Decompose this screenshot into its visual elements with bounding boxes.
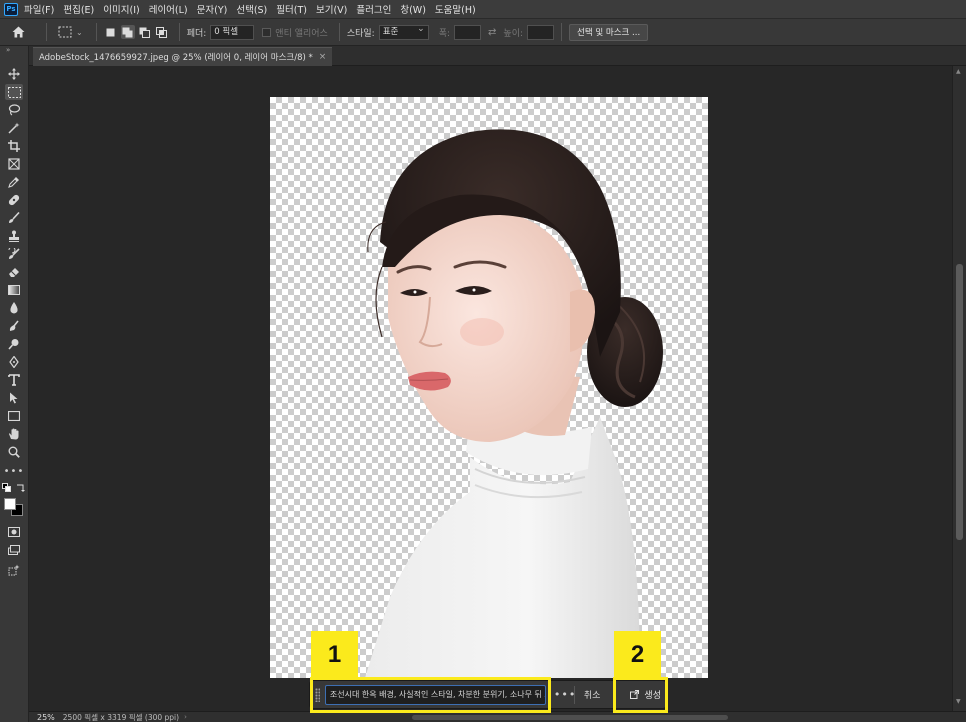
height-input[interactable] — [527, 24, 555, 40]
antialias-label: 앤티 앨리어스 — [275, 28, 328, 39]
menu-bar: Ps 파일(F) 편집(E) 이미지(I) 레이어(L) 문자(Y) 선택(S)… — [0, 0, 966, 18]
more-tools-icon[interactable]: ••• — [4, 464, 24, 480]
menu-image[interactable]: 이미지(I) — [103, 2, 139, 16]
eyedropper-icon[interactable] — [5, 174, 23, 190]
cancel-button[interactable]: 취소 — [584, 688, 601, 701]
dodge-icon[interactable] — [5, 336, 23, 352]
frame-icon[interactable] — [5, 156, 23, 172]
pen-icon[interactable] — [5, 354, 23, 370]
swap-icon[interactable]: ⇄ — [488, 27, 496, 38]
quick-mask-icon[interactable] — [5, 524, 23, 540]
zoom-icon[interactable] — [5, 444, 23, 460]
options-bar: ⌄ 페더: 0 픽셀 앤티 앨리어스 스타일: 표준 폭: ⇄ 높이: 선택 및… — [0, 18, 966, 46]
separator — [573, 685, 575, 704]
hand-icon[interactable] — [5, 426, 23, 442]
style-label: 스타일: — [346, 28, 375, 39]
width-input[interactable] — [454, 24, 482, 40]
antialias-checkbox[interactable] — [262, 27, 272, 37]
horizontal-scroll-thumb[interactable] — [412, 715, 728, 720]
annotation-badge-1: 1 — [311, 631, 358, 678]
home-icon[interactable] — [9, 23, 27, 41]
document-tab-title: AdobeStock_1476659927.jpeg @ 25% (레이어 0,… — [39, 53, 313, 63]
crop-icon[interactable] — [5, 138, 23, 154]
separator — [338, 23, 340, 41]
eraser-icon[interactable] — [5, 264, 23, 280]
move-icon[interactable] — [5, 66, 23, 82]
vertical-scroll-thumb[interactable] — [956, 264, 963, 540]
menu-layer[interactable]: 레이어(L) — [149, 2, 188, 16]
close-icon[interactable]: × — [319, 52, 327, 62]
history-brush-icon[interactable] — [5, 246, 23, 262]
screen-mode-icon[interactable] — [5, 542, 23, 558]
type-icon[interactable] — [5, 372, 23, 388]
gradient-icon[interactable] — [5, 282, 23, 298]
menu-plugins[interactable]: 플러그인 — [356, 2, 391, 16]
blur-icon[interactable] — [5, 300, 23, 316]
scroll-up-icon[interactable]: ▲ — [956, 68, 961, 75]
annotation-badge-2: 2 — [614, 631, 661, 678]
vertical-scrollbar[interactable]: ▲ ▼ — [952, 66, 966, 711]
highlight-prompt-box — [310, 677, 551, 713]
scroll-down-icon[interactable]: ▼ — [956, 698, 961, 705]
feather-input[interactable]: 0 픽셀 — [210, 24, 255, 40]
default-colors-icon[interactable] — [1, 482, 13, 492]
portrait-photo — [365, 129, 663, 678]
marquee-icon[interactable] — [5, 84, 23, 100]
zoom-level[interactable]: 25% — [37, 713, 55, 722]
add-selection-icon[interactable] — [120, 25, 135, 39]
document-tab[interactable]: AdobeStock_1476659927.jpeg @ 25% (레이어 0,… — [33, 47, 333, 66]
collapse-panel-icon[interactable]: » — [6, 46, 10, 54]
document-tab-bar: AdobeStock_1476659927.jpeg @ 25% (레이어 0,… — [29, 46, 966, 66]
menu-help[interactable]: 도움말(H) — [435, 2, 476, 16]
tools-panel: » ••• — [0, 46, 29, 722]
generative-fill-icon[interactable] — [5, 562, 23, 578]
separator — [95, 23, 97, 41]
subtract-selection-icon[interactable] — [138, 25, 152, 39]
highlight-generate-box — [613, 677, 668, 713]
separator — [46, 23, 47, 41]
foreground-color-swatch[interactable] — [4, 498, 16, 510]
rectangle-icon[interactable] — [5, 408, 23, 424]
photoshop-logo: Ps — [4, 2, 18, 16]
feather-label: 페더: — [186, 28, 207, 39]
chevron-down-icon[interactable]: ⌄ — [76, 28, 83, 37]
menu-select[interactable]: 선택(S) — [236, 2, 267, 16]
smudge-icon[interactable] — [5, 318, 23, 334]
document-canvas[interactable] — [270, 97, 708, 678]
document-info: 2500 픽셀 x 3319 픽셀 (300 ppi) — [62, 712, 180, 722]
magic-wand-icon[interactable] — [5, 120, 23, 136]
select-and-mask-button[interactable]: 선택 및 마스크 ... — [569, 23, 649, 41]
intersect-selection-icon[interactable] — [155, 25, 169, 39]
width-label: 폭: — [438, 28, 451, 39]
swap-colors-icon[interactable] — [15, 482, 27, 492]
menu-type[interactable]: 문자(Y) — [197, 2, 228, 16]
style-select[interactable]: 표준 — [378, 23, 429, 40]
healing-brush-icon[interactable] — [5, 192, 23, 208]
chevron-right-icon[interactable]: › — [184, 713, 187, 721]
rect-marquee-preset-icon[interactable] — [54, 24, 76, 40]
height-label: 높이: — [503, 28, 524, 39]
menu-window[interactable]: 창(W) — [400, 2, 426, 16]
canvas-workspace[interactable] — [29, 66, 952, 711]
more-options-icon[interactable]: ••• — [554, 688, 575, 701]
lasso-icon[interactable] — [5, 102, 23, 118]
stamp-icon[interactable] — [5, 228, 23, 244]
menu-file[interactable]: 파일(F) — [24, 2, 54, 16]
menu-edit[interactable]: 편집(E) — [63, 2, 94, 16]
brush-icon[interactable] — [5, 210, 23, 226]
separator — [561, 23, 563, 41]
separator — [178, 23, 180, 41]
menu-view[interactable]: 보기(V) — [316, 2, 347, 16]
new-selection-icon[interactable] — [104, 25, 118, 39]
path-select-icon[interactable] — [5, 390, 23, 406]
menu-filter[interactable]: 필터(T) — [276, 2, 307, 16]
